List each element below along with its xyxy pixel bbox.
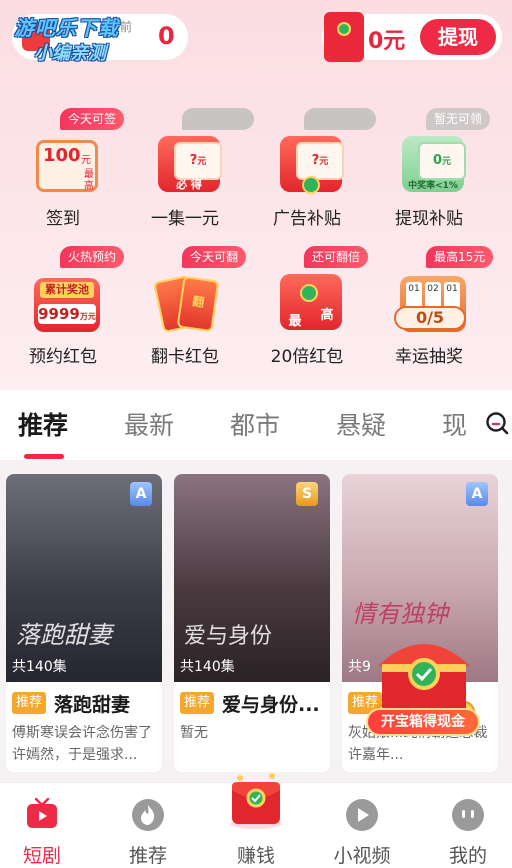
one-episode-envelope-text: 必 得 <box>176 178 202 191</box>
grid-label-flip-card: 翻卡红包 <box>151 347 219 367</box>
recommend-tag: 推荐 <box>12 692 47 714</box>
flip-card-icon: 翻 <box>150 258 222 334</box>
play-icon <box>346 799 378 831</box>
lottery-slot-3: 01 <box>446 284 458 294</box>
nav-label-drama: 短剧 <box>22 845 61 867</box>
active-tab-indicator <box>24 454 64 459</box>
poster-title: 爱与身份 <box>184 624 273 649</box>
watermark-logo: 游吧乐下载 小编亲测 <box>14 12 154 66</box>
grade-badge: A <box>466 482 488 506</box>
watermark-line1: 游吧乐下载 <box>14 16 119 40</box>
tab-recommend[interactable]: 推荐 <box>18 406 68 442</box>
tab-modern[interactable]: 现 <box>442 406 467 442</box>
checkin-amount: 100 <box>43 145 81 166</box>
lottery-icon: 01 02 01 0/5 <box>394 258 466 332</box>
calendar-icon: 100 元 最高 <box>28 120 100 194</box>
card-title: 落跑甜妻 <box>54 694 131 716</box>
grid-label-one-episode: 一集一元 <box>151 209 219 229</box>
grid-item-withdraw-subsidy[interactable]: 暂无可领 0元 中奖率<1% 提现补贴 <box>374 108 491 238</box>
treasure-chest-button[interactable]: 开宝箱得现金 <box>366 708 480 736</box>
grade-badge: A <box>130 482 152 506</box>
tab-latest[interactable]: 最新 <box>124 406 174 442</box>
prize-pool-icon: 累计奖池 9999万元 <box>28 258 100 332</box>
coin-value: 0 <box>158 22 175 50</box>
grid-item-one-episode[interactable]: ?元 必 得 一集一元 <box>130 108 254 238</box>
grid-item-checkin[interactable]: 今天可签 100 元 最高 签到 <box>8 108 125 238</box>
poster-title: 落跑甜妻 <box>16 621 112 649</box>
grid-label-withdraw-subsidy: 提现补贴 <box>395 209 463 229</box>
tab-urban[interactable]: 都市 <box>230 406 280 442</box>
lottery-slot-1: 01 <box>408 284 420 294</box>
episode-count: 共140集 <box>180 659 235 675</box>
nav-label-profile: 我的 <box>448 845 487 867</box>
double-text-right: 高 <box>320 308 334 323</box>
profile-icon <box>452 799 484 831</box>
nav-item-recommend[interactable]: 推荐 <box>108 793 188 868</box>
nav-label-recommend: 推荐 <box>128 845 167 867</box>
top-banner-area: 当前 0 游吧乐下载 小编亲测 0元 提现 今天可签 100 元 最高 签到 ?… <box>0 0 512 390</box>
withdraw-subsidy-unit: 元 <box>442 157 452 167</box>
green-envelope-icon: 0元 中奖率<1% <box>394 120 466 194</box>
grid-label-double-envelope: 20倍红包 <box>270 347 344 367</box>
nav-item-drama[interactable]: 短剧 <box>2 793 82 868</box>
withdraw-subsidy-rate: 中奖率<1% <box>408 181 458 191</box>
drama-card[interactable]: A 落跑甜妻 共140集 推荐 落跑甜妻 傅斯寒误会许念伤害了许嫣然，于是强求.… <box>6 474 162 772</box>
grade-badge: S <box>296 482 318 506</box>
checkin-side-text: 最高 <box>84 169 94 192</box>
grid-item-lucky-draw[interactable]: 最高15元 01 02 01 0/5 幸运抽奖 <box>374 246 494 376</box>
episode-count: 共140集 <box>12 659 67 675</box>
grid-label-lucky-draw: 幸运抽奖 <box>395 347 463 367</box>
recommend-tag: 推荐 <box>180 692 215 714</box>
double-text-left: 最 <box>288 314 302 329</box>
grid-item-reserve-envelope[interactable]: 火热预约 累计奖池 9999万元 预约红包 <box>8 246 125 376</box>
withdraw-button[interactable]: 提现 <box>420 19 496 55</box>
card-description: 暂无 <box>180 725 208 741</box>
card-description: 傅斯寒误会许念伤害了许嫣然，于是强求... <box>12 725 152 763</box>
checkin-unit: 元 <box>81 155 91 166</box>
red-envelope-icon: ?元 <box>272 120 344 194</box>
cash-value: 0元 <box>368 29 406 54</box>
withdraw-subsidy-amount: 0 <box>432 153 443 168</box>
pool-value: 9999 <box>38 305 80 323</box>
red-envelope-icon: 最 高 <box>272 258 344 332</box>
one-episode-unit: 元 <box>197 157 207 167</box>
cash-envelope-icon <box>324 12 364 62</box>
tab-suspense[interactable]: 悬疑 <box>336 406 386 442</box>
red-envelope-icon: ?元 必 得 <box>150 120 222 194</box>
card-title: 爱与身份... <box>222 694 320 716</box>
flip-card-text: 翻 <box>176 275 220 333</box>
poster-image: A 落跑甜妻 共140集 <box>6 474 162 682</box>
cash-balance-pill: 0元 提现 <box>322 12 502 62</box>
grid-item-ad-subsidy[interactable]: ?元 广告补贴 <box>252 108 376 238</box>
nav-label-earn: 赚钱 <box>236 845 275 867</box>
grid-label-ad-subsidy: 广告补贴 <box>273 209 341 229</box>
lottery-slot-2: 02 <box>427 284 439 294</box>
nav-label-short-video: 小视频 <box>333 845 391 867</box>
lottery-progress: 0/5 <box>394 306 466 330</box>
pool-unit: 万元 <box>79 312 96 321</box>
nav-item-profile[interactable]: 我的 <box>428 793 508 868</box>
ad-subsidy-unit: 元 <box>319 157 329 167</box>
grid-label-reserve-envelope: 预约红包 <box>29 347 97 367</box>
drama-card[interactable]: S 爱与身份 共140集 推荐 爱与身份... 暂无 <box>174 474 330 772</box>
grid-item-double-envelope[interactable]: 还可翻倍 最 高 20倍红包 <box>252 246 369 376</box>
tv-icon <box>27 797 57 828</box>
grid-label-checkin: 签到 <box>46 209 80 229</box>
poster-image: S 爱与身份 共140集 <box>174 474 330 682</box>
watermark-line2: 小编亲测 <box>34 43 106 64</box>
flame-icon <box>132 799 164 831</box>
category-tabs: 推荐 最新 都市 悬疑 现 <box>0 390 512 460</box>
search-icon[interactable] <box>484 410 510 436</box>
grid-item-flip-card[interactable]: 今天可翻 翻 翻卡红包 <box>130 246 247 376</box>
gift-envelope-icon[interactable] <box>226 772 286 830</box>
nav-item-short-video[interactable]: 小视频 <box>322 793 402 868</box>
pool-label: 累计奖池 <box>40 282 94 298</box>
